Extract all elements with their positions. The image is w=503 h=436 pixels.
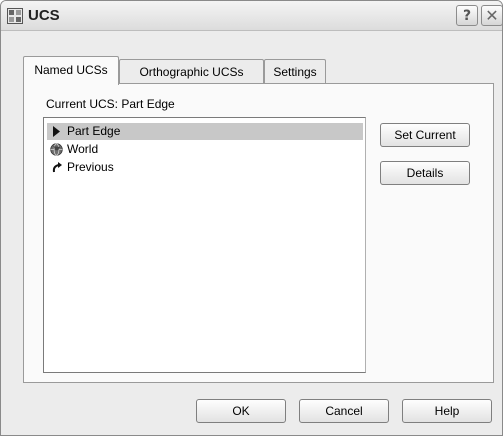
- cancel-button[interactable]: Cancel: [299, 399, 389, 423]
- title-close-button[interactable]: ✕: [481, 5, 502, 26]
- tab-orthographic-ucss[interactable]: Orthographic UCSs: [119, 59, 264, 84]
- ok-label: OK: [232, 404, 250, 418]
- triangle-right-icon: [53, 126, 60, 137]
- tab-label: Named UCSs: [34, 63, 108, 77]
- list-item-label: World: [67, 142, 99, 156]
- window-title: UCS: [28, 7, 60, 24]
- tab-label: Orthographic UCSs: [139, 65, 244, 79]
- undo-arrow-icon: [52, 162, 62, 173]
- ucs-app-icon: [7, 8, 23, 24]
- title-bar[interactable]: UCS ? ✕: [1, 1, 502, 31]
- set-current-button[interactable]: Set Current: [380, 123, 470, 147]
- list-item-label: Part Edge: [67, 124, 121, 138]
- help-label: Help: [434, 404, 460, 418]
- title-help-button[interactable]: ?: [456, 5, 478, 26]
- details-label: Details: [406, 166, 444, 180]
- current-ucs-label: Current UCS: Part Edge: [46, 97, 175, 111]
- ucs-dialog: UCS ? ✕ Named UCSs Orthographic UCSs Set…: [0, 0, 503, 436]
- globe-icon: [50, 143, 63, 156]
- tab-named-ucss[interactable]: Named UCSs: [23, 56, 119, 85]
- help-icon: ?: [462, 7, 472, 24]
- ok-button[interactable]: OK: [196, 399, 286, 423]
- tab-label: Settings: [273, 65, 317, 79]
- named-ucs-list[interactable]: Part Edge World Previous: [43, 117, 366, 373]
- close-icon: ✕: [485, 6, 499, 25]
- tab-settings[interactable]: Settings: [264, 59, 326, 84]
- list-item[interactable]: Previous: [47, 159, 363, 176]
- list-item[interactable]: World: [47, 141, 363, 158]
- help-button[interactable]: Help: [402, 399, 492, 423]
- list-item-label: Previous: [67, 160, 114, 174]
- set-current-label: Set Current: [394, 128, 456, 142]
- cancel-label: Cancel: [325, 404, 363, 418]
- list-item[interactable]: Part Edge: [47, 123, 363, 140]
- details-button[interactable]: Details: [380, 161, 470, 185]
